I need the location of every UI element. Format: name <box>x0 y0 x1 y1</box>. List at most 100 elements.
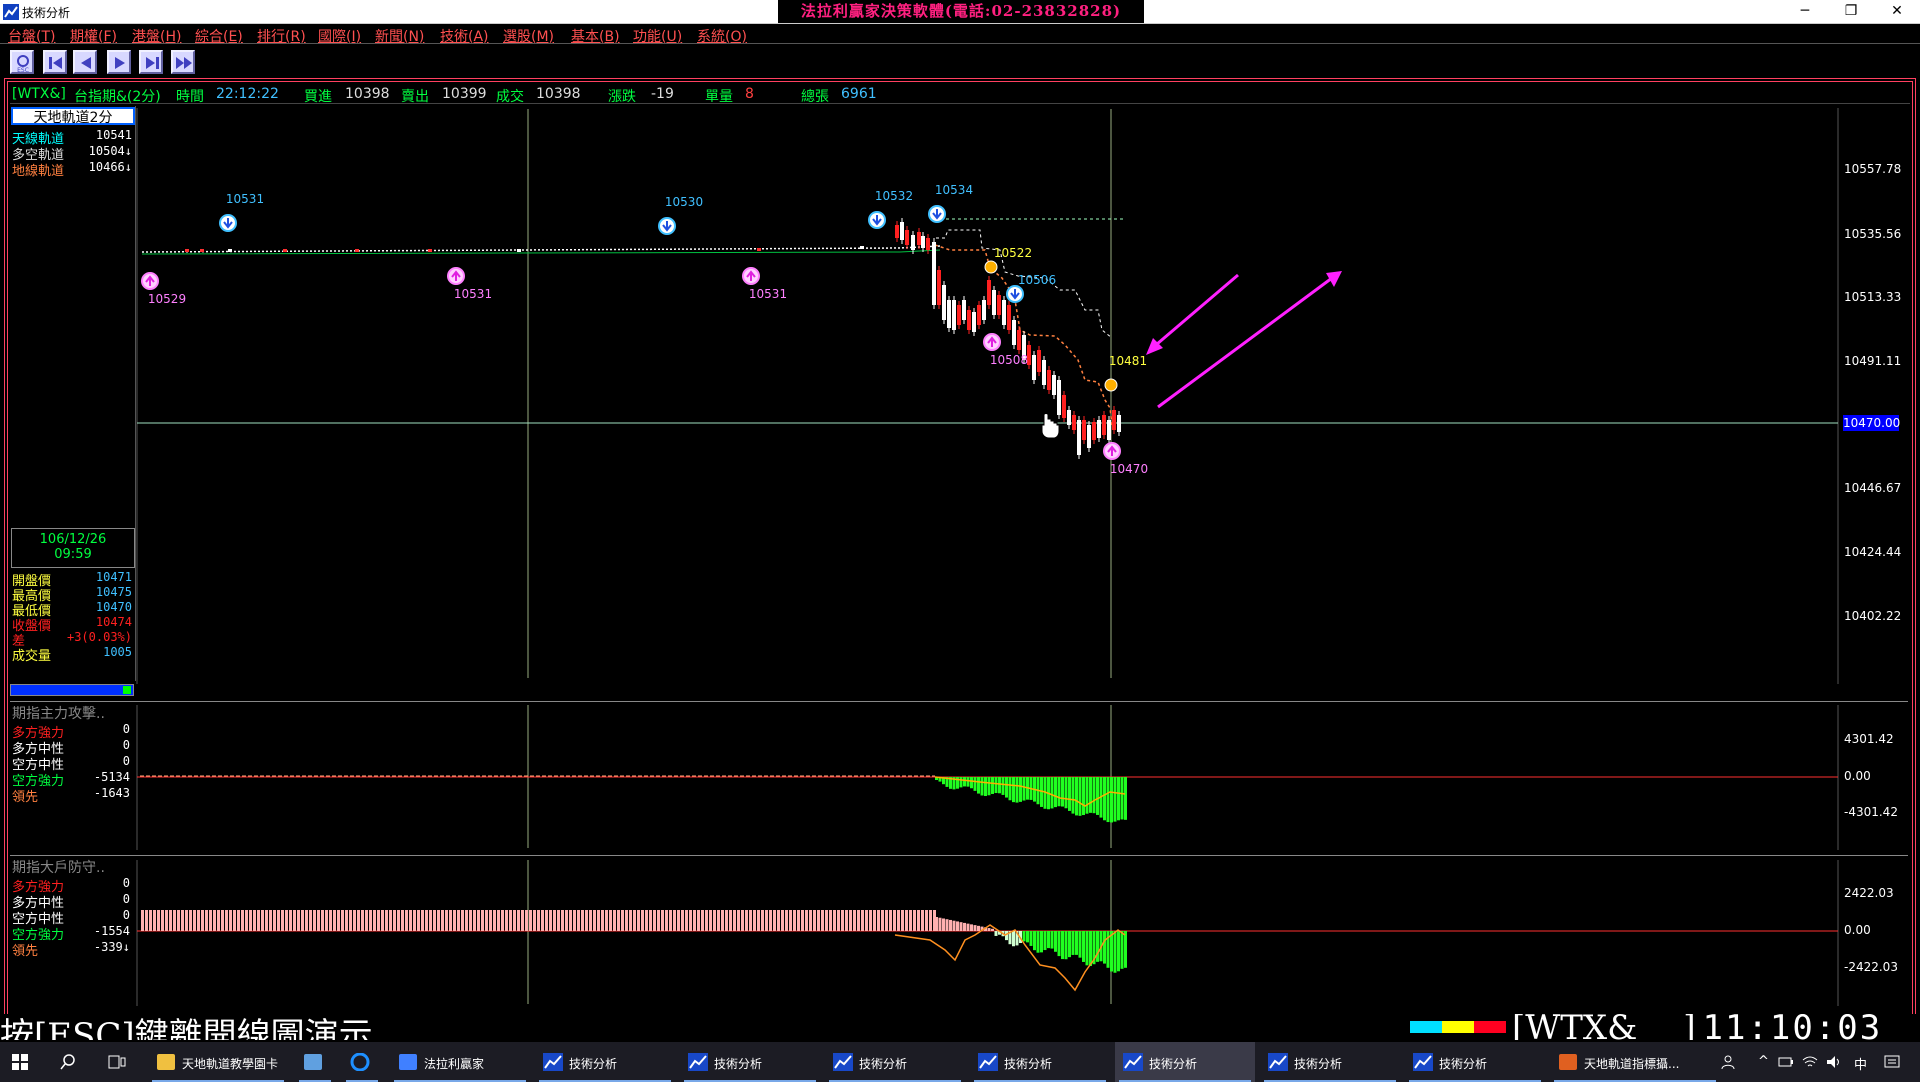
indicator2-bar <box>701 910 704 931</box>
indicator2-bar <box>773 910 776 931</box>
indicator2-bar <box>963 922 966 931</box>
taskbar-task-label: 天地軌道教學園卡 <box>182 1057 279 1071</box>
taskbar-task[interactable]: 天地軌道指標攝... <box>1550 1042 1720 1082</box>
indicator2-bar <box>241 910 244 931</box>
taskbar-task[interactable]: 技術分析 <box>535 1042 675 1082</box>
indicator2-bar <box>994 931 998 936</box>
indicator2-bar <box>697 910 700 931</box>
indicator2-bar <box>977 925 980 931</box>
indicator2-bar <box>325 910 328 931</box>
search-icon[interactable] <box>60 1054 76 1070</box>
indicator2-tick-label: 0.00 <box>1844 923 1871 937</box>
indicator1-bar <box>1106 777 1110 823</box>
taskbar-task[interactable]: 技術分析 <box>1405 1042 1545 1082</box>
battery-icon[interactable] <box>1778 1055 1794 1069</box>
candle-body <box>1072 415 1076 430</box>
signal-price-label: 10534 <box>935 183 973 197</box>
indicator2-bar <box>973 925 977 931</box>
indicator2-bar <box>301 910 304 931</box>
indicator2-bar <box>877 910 880 931</box>
signal-price-label: 10481 <box>1109 354 1147 368</box>
indicator1-bar <box>1005 777 1008 798</box>
indicator2-bar <box>225 910 228 931</box>
candle-body <box>1057 380 1061 415</box>
notification-icon[interactable] <box>1884 1054 1900 1070</box>
indicator2-bar <box>269 910 272 931</box>
indicator2-bar <box>829 910 832 931</box>
indicator1-bar <box>1120 777 1124 820</box>
taskbar-task[interactable]: 技術分析 <box>970 1042 1110 1082</box>
indicator2-bar <box>369 910 372 931</box>
taskbar-task[interactable]: 技術分析 <box>1115 1042 1255 1082</box>
indicator2-bar <box>629 910 632 931</box>
candle-body <box>1067 410 1071 425</box>
indicator2-bar <box>793 910 796 931</box>
indicator2-bar <box>749 910 752 931</box>
chart-canvas[interactable]: 10531 10529 10531 10530 10531 10532 10534 10522… <box>0 0 1920 1042</box>
windows-start-icon[interactable] <box>12 1054 28 1070</box>
indicator1-bar <box>973 777 977 791</box>
chevron-up-icon[interactable]: ^ <box>1758 1054 1769 1069</box>
ime-indicator[interactable]: 中 <box>1854 1054 1867 1073</box>
ticker-message: 按[ESC]鍵離開線圖演示 <box>0 1016 373 1040</box>
indicator2-bar <box>952 920 956 931</box>
indicator2-bar <box>857 910 860 931</box>
indicator2-bar <box>1054 931 1057 952</box>
candle-body <box>1052 375 1056 395</box>
price-tick-label: 10513.33 <box>1844 290 1902 304</box>
indicator2-bar <box>1047 931 1050 949</box>
ticker-color-bar <box>1410 1021 1506 1033</box>
indicator2-bar <box>849 910 852 931</box>
indicator2-bar <box>1033 931 1036 951</box>
indicator2-bar <box>581 910 584 931</box>
candle-body <box>1102 415 1106 435</box>
signal-price-label: 10531 <box>749 287 787 301</box>
indicator1-bar <box>1103 777 1106 821</box>
taskbar-task[interactable]: 天地軌道教學園卡 <box>148 1042 288 1082</box>
indicator2-bar <box>617 910 620 931</box>
candle-body <box>977 305 981 325</box>
indicator2-bar <box>966 923 970 931</box>
indicator2-bar <box>513 910 516 931</box>
indicator2-tick-label: 2422.03 <box>1844 886 1894 900</box>
indicator2-bar <box>789 910 792 931</box>
indicator2-bar <box>473 910 476 931</box>
indicator2-bar <box>389 910 392 931</box>
taskbar-task-label: 法拉利贏家 <box>424 1057 485 1071</box>
signal-price-label: 10508 <box>990 353 1028 367</box>
current-price-tag: 10470.00 <box>1843 415 1901 431</box>
task-view-icon[interactable] <box>108 1054 126 1070</box>
indicator2-bar <box>991 928 994 931</box>
indicator2-bar <box>205 910 208 931</box>
taskbar-task[interactable]: 法拉利贏家 <box>390 1042 530 1082</box>
indicator2-bar <box>921 910 924 931</box>
candle-body <box>1007 305 1011 330</box>
taskbar-task[interactable] <box>295 1042 335 1082</box>
indicator2-bar <box>449 910 452 931</box>
people-icon[interactable] <box>1720 1054 1736 1070</box>
taskbar-task[interactable]: 技術分析 <box>825 1042 965 1082</box>
taskbar-task[interactable]: 技術分析 <box>680 1042 820 1082</box>
wifi-icon[interactable] <box>1802 1055 1818 1069</box>
indicator2-bar <box>189 910 192 931</box>
indicator2-bar <box>337 910 340 931</box>
indicator2-bar <box>897 910 900 931</box>
ticker-clock: ]11:10:03 <box>1680 1014 1883 1040</box>
indicator2-bar <box>349 910 352 931</box>
taskbar-task[interactable] <box>342 1042 382 1082</box>
candle-body <box>967 310 971 330</box>
volume-icon[interactable] <box>1826 1055 1842 1069</box>
candle-body <box>926 238 930 250</box>
indicator2-bar <box>693 910 696 931</box>
indicator2-bar <box>689 910 692 931</box>
indicator2-bar <box>181 910 184 931</box>
indicator2-bar <box>613 910 616 931</box>
indicator2-bar <box>817 910 820 931</box>
indicator2-bar <box>505 910 508 931</box>
indicator1-bar <box>998 777 1001 794</box>
indicator2-bar <box>938 917 942 931</box>
indicator2-bar <box>441 910 444 931</box>
hand-cursor-icon <box>1041 413 1060 439</box>
taskbar-task[interactable]: 技術分析 <box>1260 1042 1400 1082</box>
indicator2-bar <box>1075 931 1078 955</box>
